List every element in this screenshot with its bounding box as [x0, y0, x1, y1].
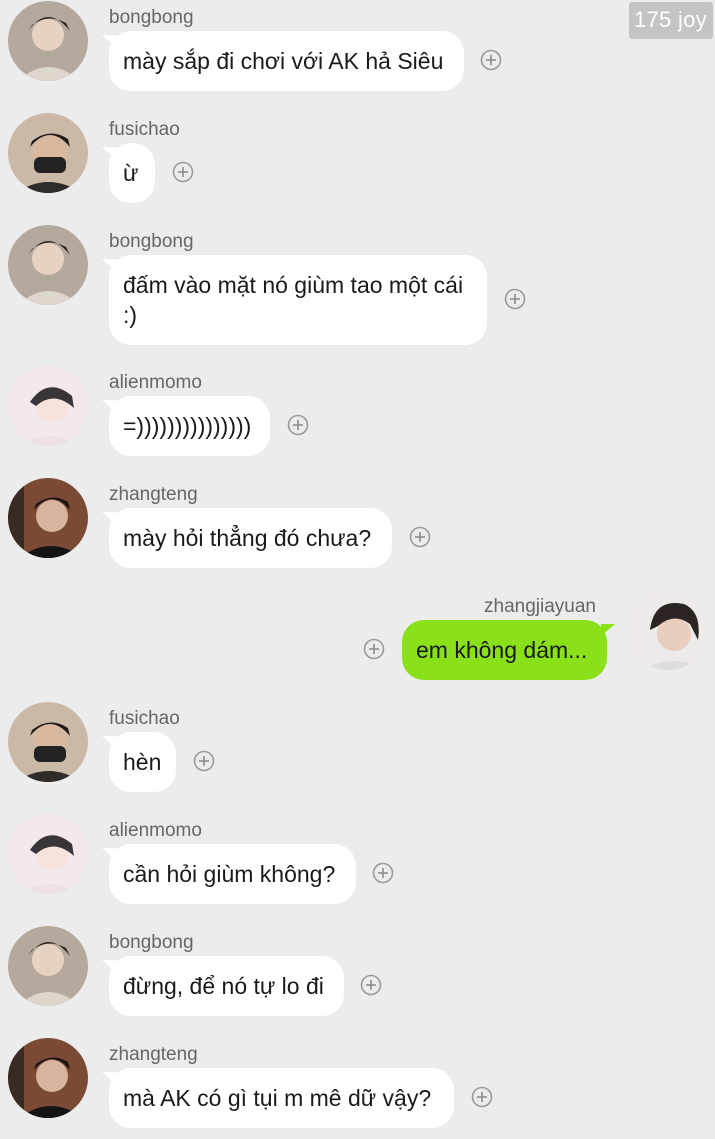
sender-name: bongbong: [109, 231, 194, 252]
message-bubble[interactable]: em không dám...: [402, 620, 615, 680]
add-circle-icon[interactable]: [504, 288, 526, 310]
message-bubble[interactable]: hèn: [102, 732, 176, 792]
add-circle-icon[interactable]: [172, 161, 194, 183]
sender-name: fusichao: [109, 119, 180, 140]
add-circle-icon[interactable]: [360, 974, 382, 996]
sender-name: bongbong: [109, 932, 194, 953]
avatar-bongbong[interactable]: [8, 1, 88, 81]
sender-name: zhangjiayuan: [484, 596, 596, 617]
sender-name: alienmomo: [109, 820, 202, 841]
message-bubble[interactable]: =))))))))))))))): [102, 396, 270, 456]
sender-name: zhangteng: [109, 484, 198, 505]
message-bubble[interactable]: đừng, để nó tự lo đi: [102, 956, 344, 1016]
watermark-label: 175 joy: [628, 2, 713, 39]
avatar-bongbong[interactable]: [8, 926, 88, 1006]
message-bubble[interactable]: cần hỏi giùm không?: [102, 844, 356, 904]
avatar-zhangteng[interactable]: [8, 478, 88, 558]
add-circle-icon[interactable]: [409, 526, 431, 548]
avatar-bongbong[interactable]: [8, 225, 88, 305]
message-bubble[interactable]: mày hỏi thẳng đó chưa?: [102, 508, 392, 568]
message-bubble[interactable]: đấm vào mặt nó giùm tao một cái :): [102, 255, 487, 345]
add-circle-icon[interactable]: [363, 638, 385, 660]
message-bubble[interactable]: mày sắp đi chơi với AK hả Siêu: [102, 31, 464, 91]
message-bubble[interactable]: mà AK có gì tụi m mê dữ vậy?: [102, 1068, 454, 1128]
sender-name: zhangteng: [109, 1044, 198, 1065]
avatar-fusichao[interactable]: [8, 113, 88, 193]
avatar-zhangteng[interactable]: [8, 1038, 88, 1118]
add-circle-icon[interactable]: [193, 750, 215, 772]
add-circle-icon[interactable]: [372, 862, 394, 884]
add-circle-icon[interactable]: [480, 49, 502, 71]
sender-name: alienmomo: [109, 372, 202, 393]
avatar-alienmomo[interactable]: [8, 814, 88, 894]
message-bubble[interactable]: ừ: [102, 143, 155, 203]
sender-name: fusichao: [109, 708, 180, 729]
avatar-alienmomo[interactable]: [8, 366, 88, 446]
sender-name: bongbong: [109, 7, 194, 28]
add-circle-icon[interactable]: [287, 414, 309, 436]
avatar-fusichao[interactable]: [8, 702, 88, 782]
add-circle-icon[interactable]: [471, 1086, 493, 1108]
avatar-zhangjiayuan[interactable]: [628, 590, 708, 670]
